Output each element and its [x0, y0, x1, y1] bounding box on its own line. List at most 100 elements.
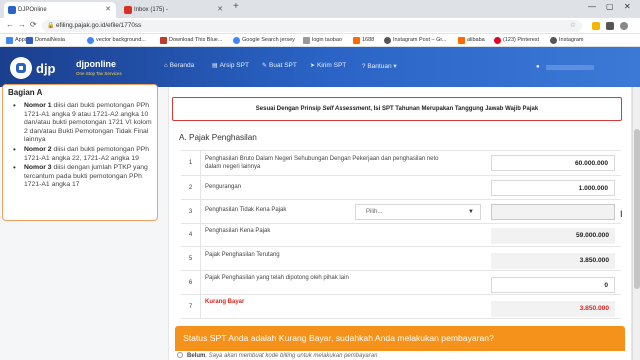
- close-icon[interactable]: ✕: [105, 5, 111, 13]
- table-row: 7 Kurang Bayar 3.850.000: [181, 295, 621, 319]
- star-icon[interactable]: ☆: [570, 20, 576, 32]
- pkp-value: 59.000.000: [491, 228, 615, 244]
- radio-icon[interactable]: [177, 352, 183, 358]
- profile-icon[interactable]: [620, 22, 628, 30]
- bookmarks-bar: Apps DomaiNesia vector background... Dow…: [0, 34, 640, 47]
- bookmark-taobao[interactable]: login taobao: [303, 36, 342, 45]
- taobao-icon: [303, 37, 310, 44]
- google-icon: [87, 37, 94, 44]
- row-label: Pajak Penghasilan Terutang: [205, 252, 280, 258]
- bookmark-pinterest[interactable]: (123) Pinterest: [494, 36, 539, 45]
- nav-bantuan[interactable]: ? Bantuan ▾: [362, 62, 397, 70]
- bookmark-apps[interactable]: Apps: [6, 36, 28, 45]
- penghasilan-bruto-input[interactable]: 60.000.000: [491, 155, 615, 171]
- maximize-icon[interactable]: ▢: [606, 2, 614, 11]
- tab-title: DJPOnline: [18, 7, 47, 13]
- logo-text: djp: [36, 60, 56, 76]
- forward-icon[interactable]: →: [18, 20, 26, 29]
- bookmark-vector[interactable]: vector background...: [87, 36, 146, 45]
- bookmark-download[interactable]: Download This Blue...: [160, 36, 222, 45]
- google-icon: [233, 37, 240, 44]
- pinterest-icon: [494, 37, 501, 44]
- table-row: 4 Penghasilan Kena Pajak 59.000.000: [181, 224, 621, 247]
- user-icon[interactable]: ●: [536, 64, 540, 70]
- bookmark-alibaba[interactable]: alibaba: [458, 36, 485, 45]
- instagram-icon: [384, 37, 391, 44]
- 1688-icon: [353, 37, 360, 44]
- ptkp-value: [491, 204, 615, 220]
- chevron-down-icon: ▾: [393, 63, 397, 70]
- table-row: 3 Penghasilan Tidak Kena Pajak Pilih... …: [181, 200, 621, 224]
- domainesia-icon: [26, 37, 33, 44]
- back-icon[interactable]: ←: [6, 20, 14, 29]
- help-icon: ?: [362, 64, 366, 70]
- instagram-icon: [550, 37, 557, 44]
- bookmark-instagram-post[interactable]: Instagram Post – Gr...: [384, 36, 447, 45]
- help-sidebar: Bagian A Nomor 1 diisi dari bukti pemoto…: [2, 84, 158, 221]
- extension-icon[interactable]: [606, 22, 614, 30]
- apps-icon: [6, 37, 13, 44]
- self-assessment-notice: Sesuai Dengan Prinsip Self Assessment, I…: [172, 97, 622, 121]
- pph-dipotong-input[interactable]: 0: [491, 277, 615, 293]
- brand-name: djponline: [76, 59, 116, 69]
- nav-arsip-spt[interactable]: ▤ Arsip SPT: [212, 62, 249, 69]
- home-icon: ⌂: [164, 63, 168, 69]
- screen: DJPOnline ✕ Inbox (175) - ✕ + — ▢ ✕ ← → …: [0, 0, 640, 360]
- extension-icon[interactable]: [592, 22, 600, 30]
- payment-option-belum[interactable]: Belum, Saya akan membuat kode billing un…: [177, 352, 377, 359]
- new-tab-icon[interactable]: +: [233, 1, 239, 12]
- user-name-placeholder[interactable]: [546, 65, 594, 70]
- bookmark-google-search[interactable]: Google Search jersey: [233, 36, 295, 45]
- minimize-icon[interactable]: —: [588, 2, 596, 11]
- bookmark-1688[interactable]: 1688: [353, 36, 374, 45]
- table-row: 1 Penghasilan Bruto Dalam Negeri Sehubun…: [181, 151, 621, 176]
- table-row: 6 Pajak Penghasilan yang telah dipotong …: [181, 271, 621, 295]
- tab-inbox[interactable]: Inbox (175) - ✕: [120, 2, 228, 18]
- tax-table: 1 Penghasilan Bruto Dalam Negeri Sehubun…: [181, 150, 621, 319]
- row-label: Pajak Penghasilan yang telah dipotong ol…: [205, 275, 349, 281]
- archive-icon: ▤: [212, 63, 218, 69]
- tab-title: Inbox (175) -: [134, 7, 169, 13]
- bookmark-instagram[interactable]: Instagram: [550, 36, 583, 45]
- send-icon: ➤: [310, 63, 316, 69]
- page-icon: [160, 37, 167, 44]
- lock-icon: 🔒: [47, 23, 55, 29]
- djp-logo[interactable]: djp: [10, 55, 68, 81]
- spt-form: Sesuai Dengan Prinsip Self Assessment, I…: [168, 87, 632, 360]
- browser-tab-bar: DJPOnline ✕ Inbox (175) - ✕ + — ▢ ✕: [0, 0, 640, 18]
- address-bar[interactable]: 🔒 efiling.pajak.go.id/efile/1770ss ☆: [42, 20, 582, 32]
- row-label: Penghasilan Kena Pajak: [205, 228, 271, 234]
- edit-icon: ✎: [262, 63, 268, 69]
- table-row: 5 Pajak Penghasilan Terutang 3.850.000: [181, 247, 621, 271]
- row-label: Kurang Bayar: [205, 299, 245, 305]
- pph-terutang-value: 3.850.000: [491, 253, 615, 269]
- close-icon[interactable]: ✕: [217, 5, 223, 13]
- ptkp-select[interactable]: Pilih... ▼: [355, 204, 481, 220]
- section-title: A. Pajak Penghasilan: [179, 133, 257, 142]
- tab-djponline[interactable]: DJPOnline ✕: [4, 2, 116, 18]
- sidebar-list: Nomor 1 diisi dari bukti pemotongan PPh …: [8, 102, 152, 190]
- list-item: Nomor 3 diisi dengan jumlah PTKP yang te…: [8, 164, 152, 190]
- reload-icon[interactable]: ⟳: [30, 20, 37, 29]
- table-row: 2 Pengurangan 1.000.000: [181, 176, 621, 200]
- pengurangan-input[interactable]: 1.000.000: [491, 180, 615, 196]
- bookmark-domainesia[interactable]: DomaiNesia: [26, 36, 65, 45]
- page-scrollbar[interactable]: [632, 87, 640, 360]
- nav-beranda[interactable]: ⌂ Beranda: [164, 62, 194, 69]
- browser-toolbar: ← → ⟳ 🔒 efiling.pajak.go.id/efile/1770ss…: [0, 18, 640, 34]
- kurang-bayar-value: 3.850.000: [491, 301, 615, 317]
- payment-question-banner: Status SPT Anda adalah Kurang Bayar, sud…: [175, 326, 625, 351]
- url-text: efiling.pajak.go.id/efile/1770ss: [56, 22, 142, 29]
- logo-mark: [10, 57, 32, 79]
- row-label: Pengurangan: [205, 184, 242, 190]
- djp-favicon: [8, 6, 16, 14]
- nav-kirim-spt[interactable]: ➤ Kirim SPT: [310, 62, 346, 69]
- nav-buat-spt[interactable]: ✎ Buat SPT: [262, 62, 297, 69]
- list-item: Nomor 1 diisi dari bukti pemotongan PPh …: [8, 102, 152, 145]
- scrollbar-thumb[interactable]: [634, 129, 640, 289]
- window-close-icon[interactable]: ✕: [624, 2, 631, 11]
- gmail-icon: [124, 6, 132, 14]
- brand-tagline: One Stop Tax Services: [76, 71, 122, 76]
- alibaba-icon: [458, 37, 465, 44]
- site-header: djp djponline One Stop Tax Services ⌂ Ber…: [0, 47, 640, 87]
